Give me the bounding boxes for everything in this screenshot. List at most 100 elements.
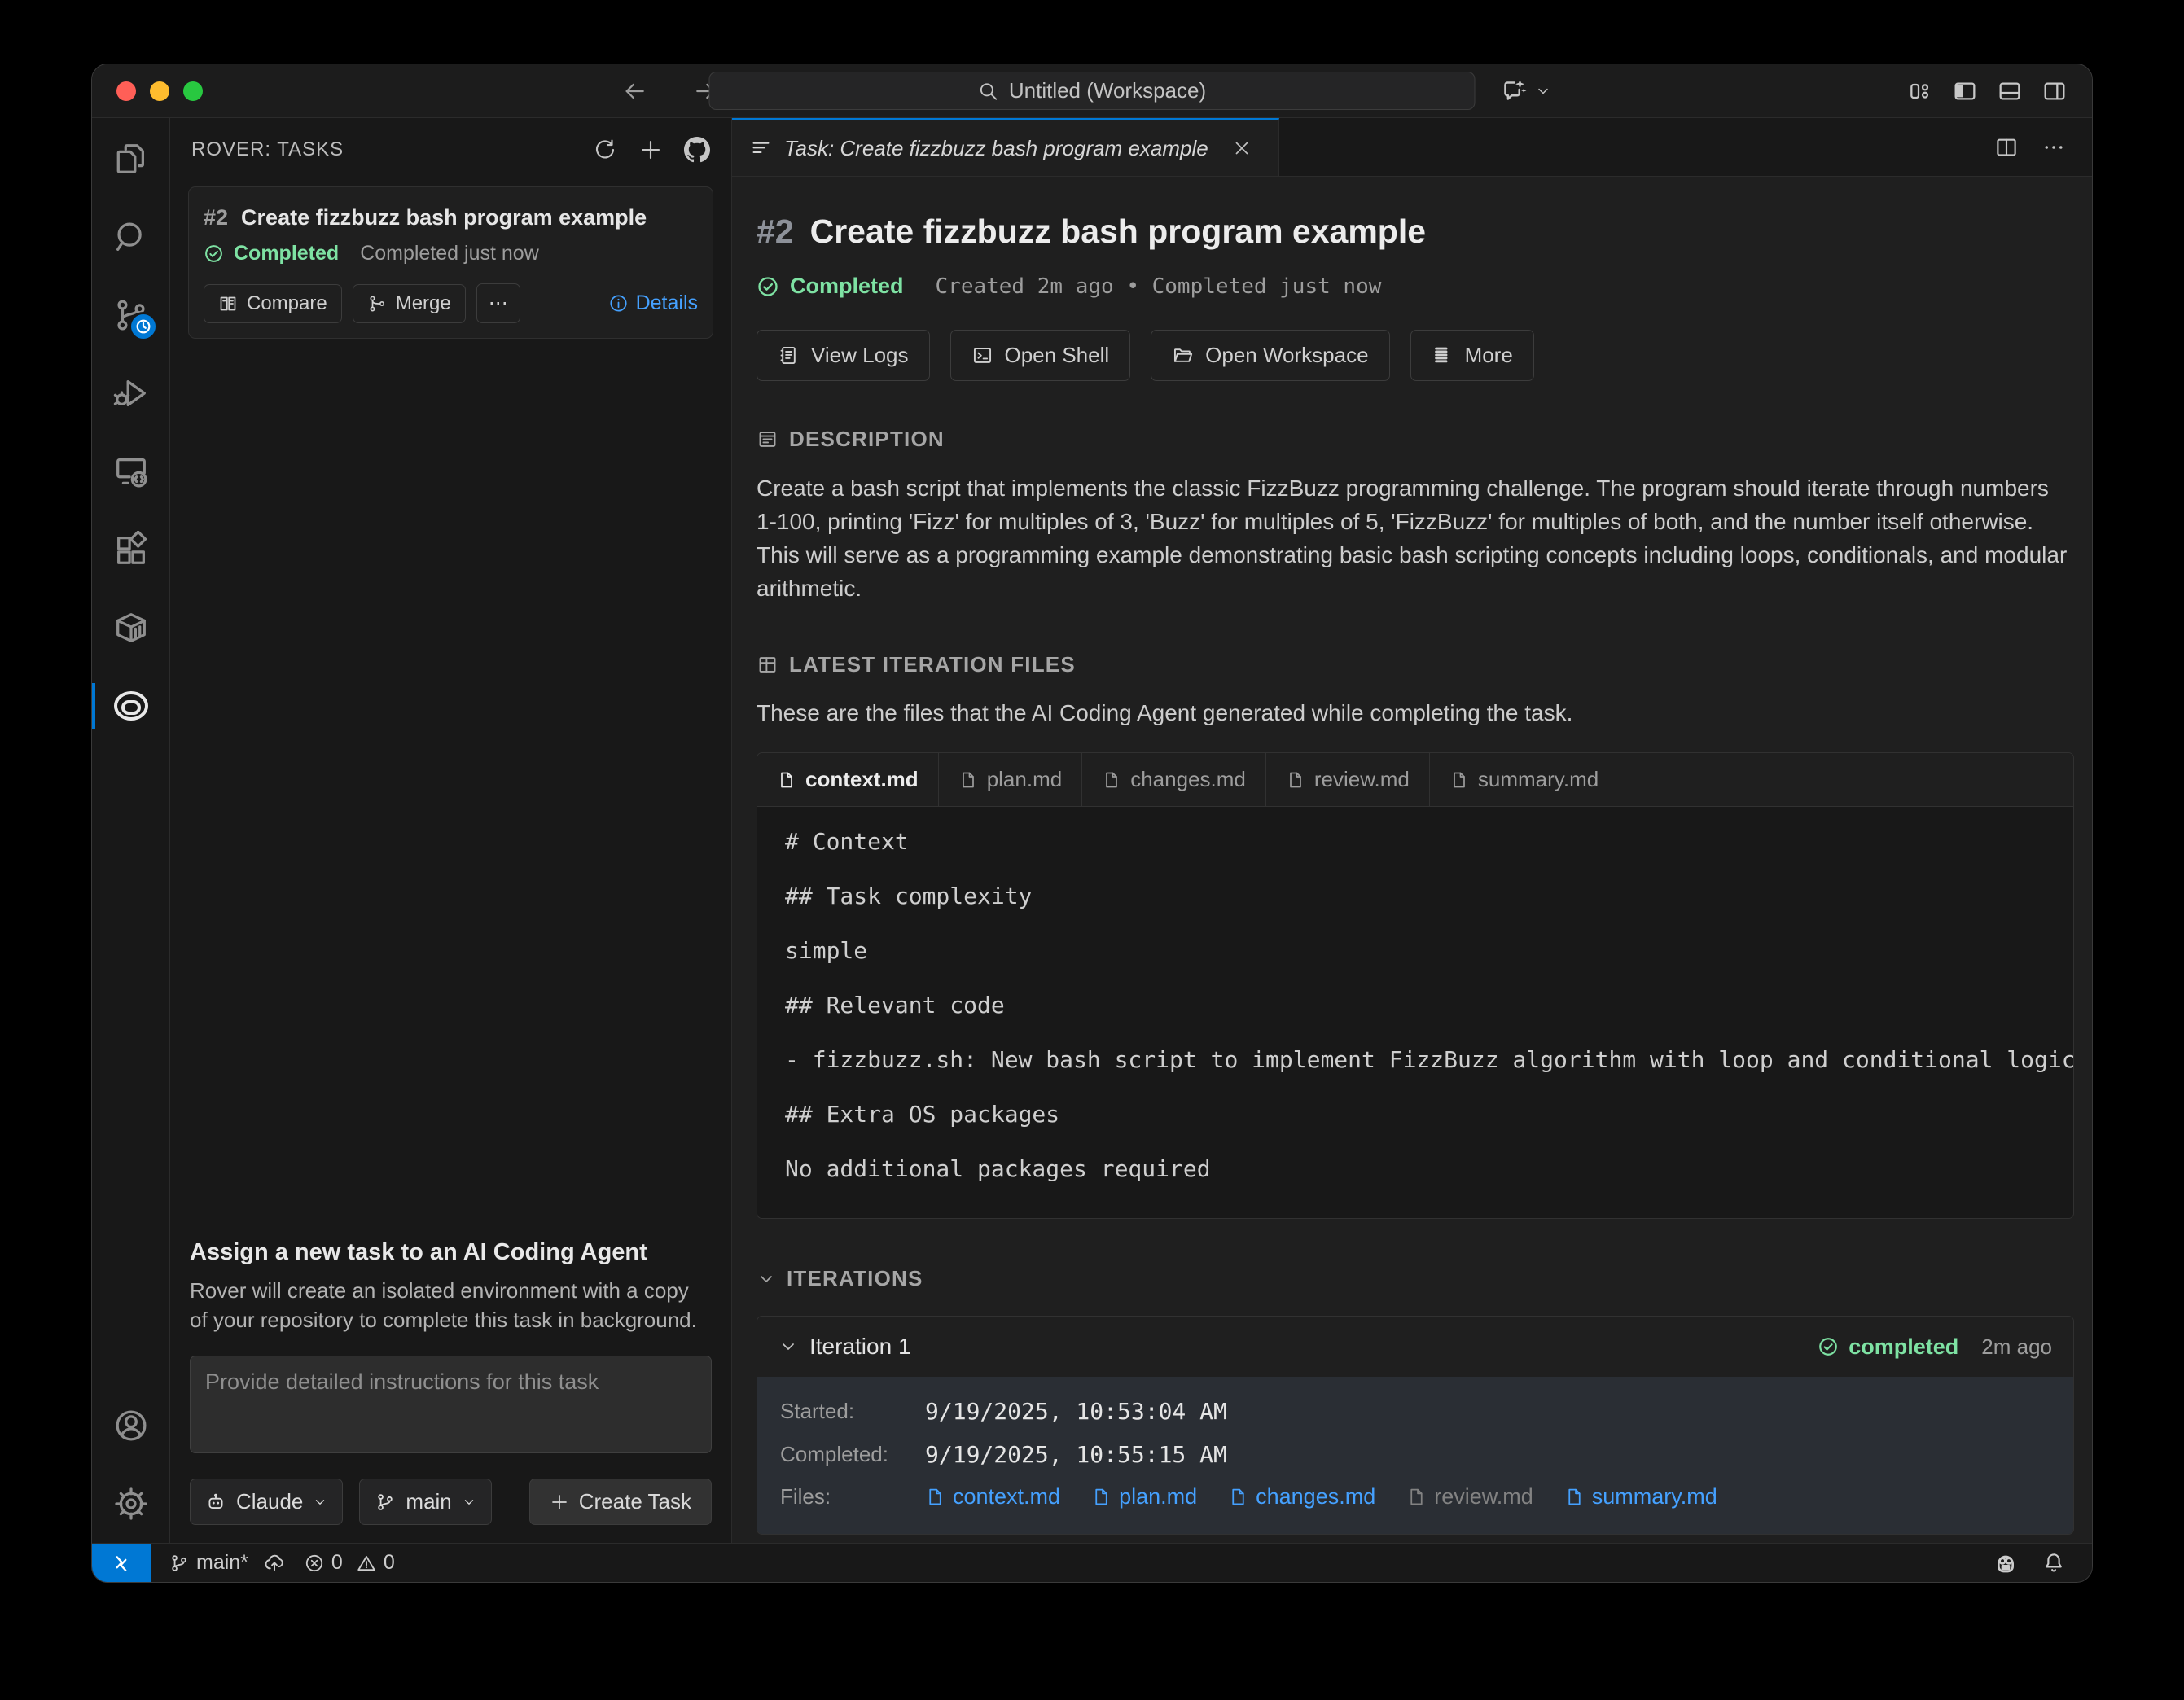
activity-search[interactable]	[92, 198, 169, 276]
check-circle-icon	[1818, 1336, 1839, 1357]
activity-account[interactable]	[92, 1387, 169, 1465]
git-branch-status[interactable]: main*	[169, 1551, 286, 1575]
file-tab-changes[interactable]: changes.md	[1082, 753, 1266, 806]
activity-run-debug[interactable]	[92, 354, 169, 432]
toggle-primary-sidebar-icon[interactable]	[1952, 78, 1978, 104]
model-select-button[interactable]: Claude	[190, 1479, 343, 1525]
file-tab-label: plan.md	[987, 767, 1063, 792]
errors-icon	[304, 1553, 325, 1574]
latest-files-section-header: LATEST ITERATION FILES	[757, 652, 2069, 677]
code-line: ## Relevant code	[785, 992, 2046, 1019]
iterations-header-label: ITERATIONS	[787, 1266, 923, 1291]
minimize-window-button[interactable]	[150, 81, 169, 101]
more-actions-button[interactable]: More	[1410, 330, 1534, 381]
command-center-search[interactable]: Untitled (Workspace)	[709, 72, 1476, 110]
list-icon	[1432, 344, 1454, 366]
iterations-section-header[interactable]: ITERATIONS	[757, 1266, 2069, 1291]
view-logs-button[interactable]: View Logs	[757, 330, 930, 381]
iteration-files-card: context.md plan.md changes.md	[757, 752, 2074, 1219]
branch-name: main*	[196, 1551, 248, 1575]
activity-containers[interactable]	[92, 589, 169, 667]
branch-select-button[interactable]: main	[359, 1479, 491, 1525]
compare-button[interactable]: Compare	[204, 284, 342, 323]
rover-icon	[112, 686, 151, 725]
iteration-status: completed	[1849, 1334, 1958, 1360]
editor-more-actions-icon[interactable]	[2041, 135, 2066, 160]
activity-settings[interactable]	[92, 1465, 169, 1543]
run-debug-icon	[112, 375, 150, 412]
git-branch-icon	[375, 1492, 396, 1513]
notifications-bell-icon[interactable]	[2041, 1551, 2066, 1575]
gear-icon	[112, 1485, 150, 1523]
copilot-icon	[1499, 77, 1528, 106]
create-task-label: Create Task	[579, 1489, 691, 1514]
add-task-icon[interactable]	[638, 138, 663, 162]
task-instructions-input[interactable]	[190, 1356, 712, 1453]
open-shell-button[interactable]: Open Shell	[950, 330, 1131, 381]
file-tab-review[interactable]: review.md	[1266, 753, 1430, 806]
robot-icon	[205, 1492, 226, 1513]
task-card[interactable]: #2 Create fizzbuzz bash program example …	[188, 186, 713, 339]
github-icon[interactable]	[684, 137, 710, 163]
file-tab-summary[interactable]: summary.md	[1430, 753, 1618, 806]
activity-extensions[interactable]	[92, 510, 169, 589]
chevron-down-icon	[313, 1495, 327, 1509]
file-link-plan[interactable]: plan.md	[1091, 1484, 1197, 1509]
file-tab-label: changes.md	[1130, 767, 1246, 792]
file-content-viewer[interactable]: # Context ## Task complexity simple ## R…	[757, 807, 2073, 1218]
file-tab-label: review.md	[1314, 767, 1410, 792]
details-link[interactable]: Details	[608, 291, 698, 315]
remote-indicator[interactable]	[92, 1544, 151, 1582]
customize-layout-icon[interactable]	[1907, 78, 1933, 104]
completed-value: 9/19/2025, 10:55:15 AM	[925, 1441, 1227, 1468]
extensions-icon	[112, 531, 150, 568]
git-branch-icon	[169, 1553, 190, 1574]
problems-status[interactable]: 0 0	[304, 1551, 395, 1575]
file-tabs: context.md plan.md changes.md	[757, 753, 2073, 807]
file-link-changes[interactable]: changes.md	[1228, 1484, 1375, 1509]
task-id: #2	[204, 205, 228, 230]
file-icon	[1406, 1487, 1427, 1507]
file-tab-plan[interactable]: plan.md	[939, 753, 1083, 806]
file-link-label: summary.md	[1592, 1484, 1717, 1509]
editor-tab-bar: Task: Create fizzbuzz bash program examp…	[732, 118, 2092, 177]
iteration-header-row[interactable]: Iteration 1 completed 2m ago	[757, 1317, 2073, 1377]
file-tab-label: context.md	[805, 767, 919, 792]
new-task-heading: Assign a new task to an AI Coding Agent	[190, 1239, 712, 1266]
file-tab-context[interactable]: context.md	[757, 753, 939, 806]
task-more-button[interactable]: ⋯	[476, 283, 520, 323]
description-section-header: DESCRIPTION	[757, 427, 2069, 452]
close-tab-icon[interactable]	[1232, 138, 1252, 158]
refresh-icon[interactable]	[593, 138, 617, 162]
code-line: ## Extra OS packages	[785, 1101, 2046, 1128]
close-window-button[interactable]	[116, 81, 136, 101]
task-tab-icon	[750, 138, 772, 160]
copilot-menu[interactable]	[1499, 64, 1551, 118]
tab-title: Task: Create fizzbuzz bash program examp…	[784, 136, 1208, 161]
code-line: ## Task complexity	[785, 883, 2046, 910]
toggle-secondary-sidebar-icon[interactable]	[2041, 78, 2068, 104]
merge-button[interactable]: Merge	[353, 284, 466, 323]
maximize-window-button[interactable]	[183, 81, 203, 101]
back-arrow-icon[interactable]	[621, 78, 647, 104]
git-merge-icon	[367, 294, 387, 313]
activity-remote-explorer[interactable]	[92, 432, 169, 510]
rover-agent-icon[interactable]	[1993, 1550, 2019, 1576]
file-link-summary[interactable]: summary.md	[1564, 1484, 1717, 1509]
file-link-context[interactable]: context.md	[925, 1484, 1060, 1509]
file-tab-label: summary.md	[1478, 767, 1599, 792]
create-task-button[interactable]: Create Task	[529, 1479, 712, 1525]
toggle-panel-icon[interactable]	[1997, 78, 2023, 104]
note-icon	[757, 428, 778, 450]
code-line: No additional packages required	[785, 1155, 2046, 1183]
activity-explorer[interactable]	[92, 120, 169, 198]
remote-icon	[110, 1552, 133, 1575]
task-editor-tab[interactable]: Task: Create fizzbuzz bash program examp…	[732, 118, 1279, 176]
activity-source-control[interactable]	[92, 276, 169, 354]
latest-files-subtitle: These are the files that the AI Coding A…	[757, 700, 2069, 726]
open-workspace-button[interactable]: Open Workspace	[1151, 330, 1389, 381]
activity-rover[interactable]	[92, 667, 169, 745]
split-editor-icon[interactable]	[1994, 135, 2019, 160]
file-link-review: review.md	[1406, 1484, 1533, 1509]
file-icon	[1091, 1487, 1112, 1507]
